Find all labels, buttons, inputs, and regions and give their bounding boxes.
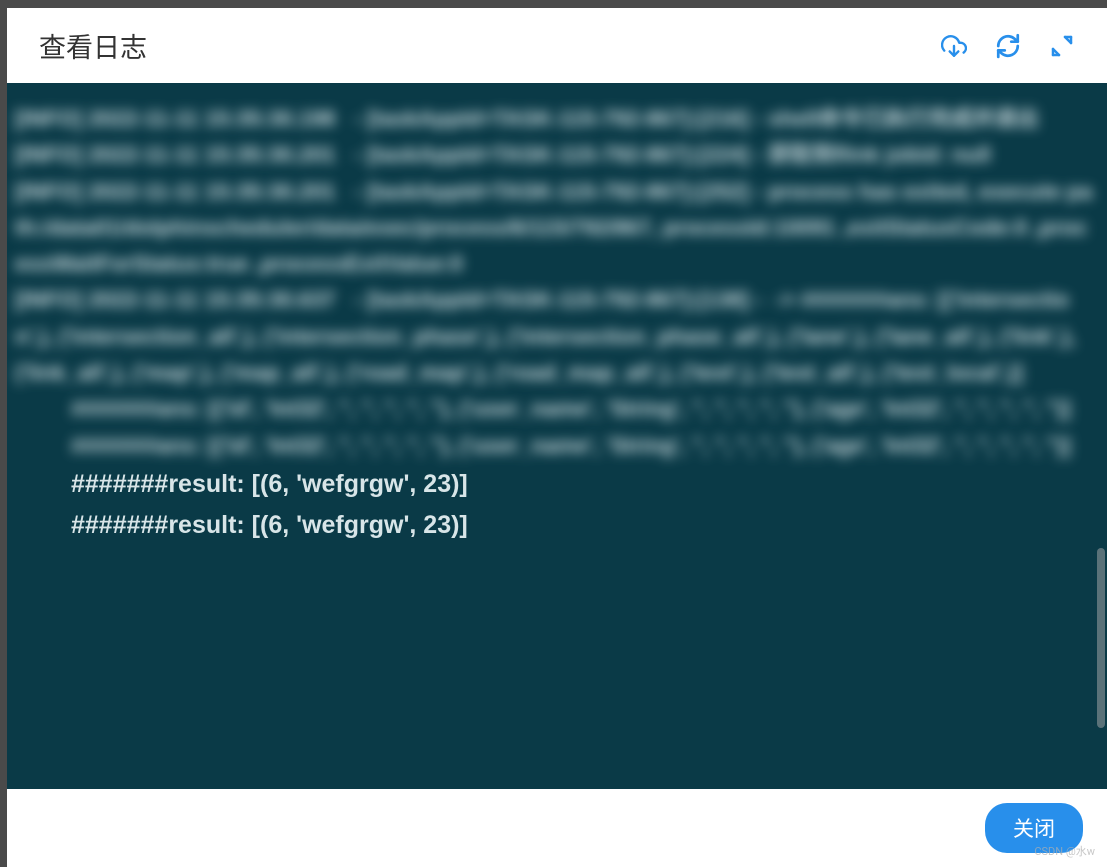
log-line: [INFO] 2022-11-11 15:35:30.201 - [taskAp… (15, 137, 1099, 173)
modal-header: 查看日志 (7, 8, 1107, 83)
log-line: #######ans: [('id', 'Int32', '', '', '',… (15, 391, 1099, 427)
log-line: #######ans: [('id', 'Int32', '', '', '',… (15, 428, 1099, 464)
header-actions (941, 33, 1075, 59)
modal-footer: 关闭 (7, 789, 1107, 867)
refresh-icon[interactable] (995, 33, 1021, 59)
log-body[interactable]: [INFO] 2022-11-11 15:35:30.198 - [taskAp… (7, 83, 1107, 789)
scrollbar-thumb[interactable] (1097, 548, 1105, 728)
log-line: [INFO] 2022-11-11 15:35:30.198 - [taskAp… (15, 101, 1099, 137)
log-line: [INFO] 2022-11-11 15:35:30.637 - [taskAp… (15, 282, 1099, 391)
log-line: #######result: [(6, 'wefgrgw', 23)] (15, 505, 1099, 546)
watermark: CSDN @水w (1034, 843, 1095, 859)
log-line: #######result: [(6, 'wefgrgw', 23)] (15, 464, 1099, 505)
download-icon[interactable] (941, 33, 967, 59)
fullscreen-icon[interactable] (1049, 33, 1075, 59)
log-viewer-modal: 查看日志 (7, 8, 1107, 867)
modal-title: 查看日志 (39, 26, 147, 65)
log-line: [INFO] 2022-11-11 15:35:30.201 - [taskAp… (15, 174, 1099, 283)
